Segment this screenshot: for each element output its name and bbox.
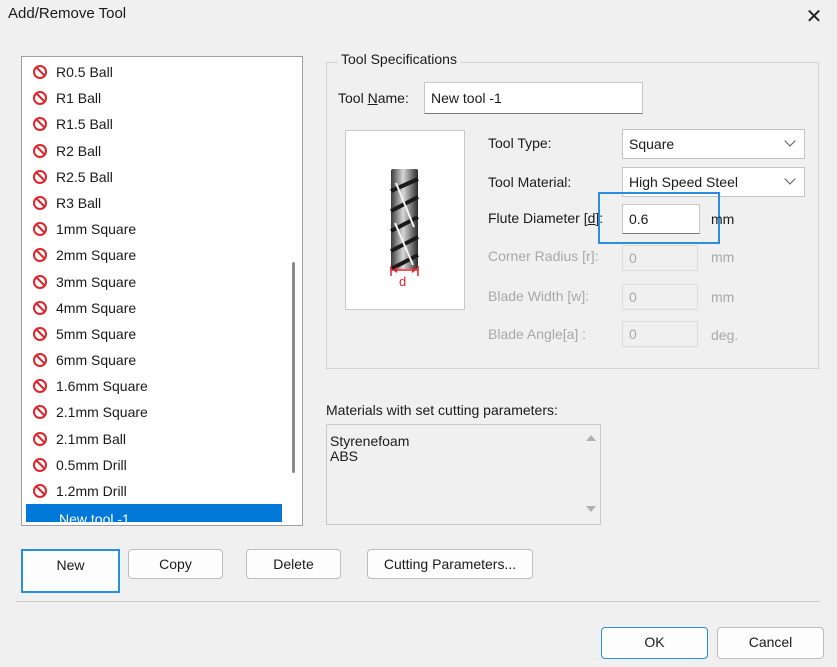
ban-icon — [33, 431, 47, 446]
ban-icon — [33, 405, 47, 420]
copy-button[interactable]: Copy — [128, 549, 223, 579]
list-item[interactable]: R3 Ball — [24, 190, 284, 216]
list-item-label: 2.1mm Ball — [56, 430, 127, 447]
blade-width-input: 0 — [622, 284, 698, 310]
list-item[interactable]: 6mm Square — [24, 347, 284, 373]
list-item[interactable]: R2.5 Ball — [24, 164, 284, 190]
list-item[interactable]: 1mm Square — [24, 216, 284, 242]
ban-icon — [33, 117, 47, 132]
blade-angle-label: Blade Angle[a] : — [488, 326, 587, 342]
list-item-label: 4mm Square — [56, 299, 137, 316]
ban-icon — [33, 457, 47, 472]
title-bar: Add/Remove Tool ✕ — [0, 0, 837, 34]
list-item[interactable]: 5mm Square — [24, 321, 284, 347]
tool-material-label: Tool Material: — [488, 174, 572, 190]
ban-icon — [33, 222, 47, 237]
tool-list-scrollbar[interactable] — [292, 262, 295, 473]
ban-icon — [33, 300, 47, 315]
flute-diameter-label: Flute Diameter [d]: — [488, 210, 604, 226]
flute-diameter-focus-highlight — [598, 192, 720, 244]
list-item[interactable]: 1.2mm Drill — [24, 478, 284, 504]
tool-type-select[interactable]: Square — [622, 129, 805, 159]
list-item-label: 1mm Square — [56, 221, 137, 238]
list-item-label: R2 Ball — [56, 142, 102, 159]
ban-icon — [33, 326, 47, 341]
corner-radius-label: Corner Radius [r]: — [488, 248, 599, 264]
scroll-up-icon[interactable] — [586, 435, 596, 441]
list-item-label: R2.5 Ball — [56, 168, 113, 185]
ok-button[interactable]: OK — [601, 627, 708, 659]
delete-button[interactable]: Delete — [246, 549, 341, 579]
list-item-label: 2mm Square — [56, 247, 137, 264]
materials-label: Materials with set cutting parameters: — [326, 402, 558, 418]
list-item-label: 2.1mm Square — [56, 404, 148, 421]
list-item-label: 0.5mm Drill — [56, 456, 127, 473]
list-item[interactable]: 2.1mm Square — [24, 399, 284, 425]
tool-type-label: Tool Type: — [488, 135, 552, 151]
tool-preview: d — [345, 130, 465, 310]
list-item-label: New tool -1 — [59, 511, 130, 523]
list-item-label: R3 Ball — [56, 194, 102, 211]
list-item[interactable]: 3mm Square — [24, 269, 284, 295]
list-item-selected[interactable]: New tool -1 — [26, 504, 282, 523]
list-item[interactable]: R0.5 Ball — [24, 59, 284, 85]
blade-angle-input: 0 — [622, 321, 698, 347]
ban-icon — [33, 143, 47, 158]
preview-dimension-label: d — [399, 274, 407, 289]
list-item[interactable]: R2 Ball — [24, 138, 284, 164]
list-item-label: R1 Ball — [56, 90, 102, 107]
list-item-label: R1.5 Ball — [56, 116, 113, 133]
chevron-down-icon — [784, 135, 796, 147]
corner-radius-input: 0 — [622, 245, 698, 271]
ban-icon — [33, 379, 47, 394]
list-item[interactable]: 0.5mm Drill — [24, 452, 284, 478]
ban-icon — [33, 195, 47, 210]
list-item[interactable]: 4mm Square — [24, 295, 284, 321]
list-item-label: R0.5 Ball — [56, 64, 113, 80]
tool-material-value: High Speed Steel — [629, 174, 738, 190]
list-item-label: 6mm Square — [56, 352, 137, 369]
tool-list[interactable]: R0.5 Ball R1 Ball R1.5 Ball R2 Ball R2.5 Bal… — [21, 56, 303, 526]
ban-icon — [33, 274, 47, 289]
list-item-label: 3mm Square — [56, 273, 137, 290]
flute-diameter-unit: mm — [711, 211, 735, 227]
list-item[interactable]: 1.6mm Square — [24, 373, 284, 399]
close-icon[interactable]: ✕ — [791, 0, 837, 34]
list-item-label: 1.6mm Square — [56, 378, 148, 395]
scroll-down-icon[interactable] — [586, 506, 596, 512]
list-item[interactable]: ABS — [327, 449, 409, 464]
chevron-down-icon — [784, 173, 796, 185]
tool-type-value: Square — [629, 136, 675, 152]
window-title: Add/Remove Tool — [8, 5, 127, 22]
list-item[interactable]: R1 Ball — [24, 85, 284, 111]
new-button[interactable]: New — [21, 549, 120, 593]
list-item-label: 1.2mm Drill — [56, 483, 127, 499]
tool-name-input[interactable]: New tool -1 — [424, 82, 643, 114]
list-item[interactable]: 2mm Square — [24, 242, 284, 268]
tool-specifications-legend: Tool Specifications — [338, 51, 460, 67]
ban-icon — [33, 248, 47, 263]
divider — [16, 601, 820, 602]
list-item[interactable]: 2.1mm Ball — [24, 426, 284, 452]
blade-width-unit: mm — [711, 289, 735, 305]
list-item[interactable]: Styrenefoam — [327, 434, 409, 449]
cancel-button[interactable]: Cancel — [717, 627, 824, 659]
list-item-label: 5mm Square — [56, 325, 137, 342]
ban-icon — [33, 65, 47, 79]
materials-list[interactable]: Styrenefoam ABS — [326, 424, 601, 525]
ban-icon — [33, 353, 47, 368]
blade-width-label: Blade Width [w]: — [488, 288, 590, 304]
ban-icon — [33, 484, 47, 498]
ban-icon — [33, 91, 47, 106]
ban-icon — [33, 169, 47, 184]
list-item[interactable]: R1.5 Ball — [24, 111, 284, 137]
tool-name-label: Tool Name: — [338, 90, 409, 106]
cutting-parameters-button[interactable]: Cutting Parameters... — [367, 549, 533, 579]
blade-angle-unit: deg. — [711, 327, 739, 343]
tool-list-items: R0.5 Ball R1 Ball R1.5 Ball R2 Ball R2.5 Bal… — [24, 59, 284, 523]
corner-radius-unit: mm — [711, 249, 735, 265]
new-button-label: New — [56, 557, 85, 573]
